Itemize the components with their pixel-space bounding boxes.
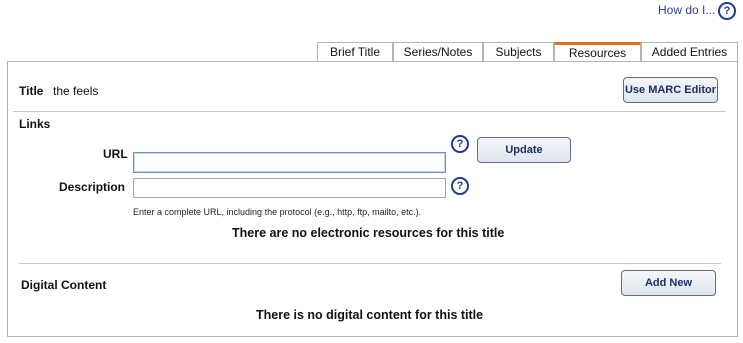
description-label: Description <box>59 180 126 194</box>
title-divider <box>13 111 726 112</box>
use-marc-editor-button[interactable]: Use MARC Editor <box>623 77 718 103</box>
url-hint: Enter a complete URL, including the prot… <box>133 207 422 217</box>
url-help-icon[interactable]: ? <box>451 135 469 153</box>
tab-brief-title[interactable]: Brief Title <box>317 42 393 61</box>
description-help-icon[interactable]: ? <box>451 177 469 195</box>
tab-series-notes[interactable]: Series/Notes <box>393 42 483 61</box>
how-do-i-link[interactable]: How do I... <box>658 3 715 17</box>
url-input[interactable] <box>133 152 446 173</box>
tab-resources[interactable]: Resources <box>554 42 641 61</box>
add-new-button[interactable]: Add New <box>621 270 716 296</box>
url-label: URL <box>103 147 128 161</box>
title-value: the feels <box>53 84 99 98</box>
no-electronic-resources-message: There are no electronic resources for th… <box>232 226 505 240</box>
tab-added-entries[interactable]: Added Entries <box>641 42 738 61</box>
links-heading: Links <box>19 117 51 131</box>
update-button[interactable]: Update <box>477 137 571 163</box>
title-label: Title <box>19 84 44 98</box>
links-divider <box>19 263 721 264</box>
digital-content-heading: Digital Content <box>21 278 107 292</box>
tab-subjects[interactable]: Subjects <box>483 42 554 61</box>
no-digital-content-message: There is no digital content for this tit… <box>256 308 484 322</box>
description-input[interactable] <box>133 178 446 198</box>
help-question-icon[interactable]: ? <box>718 2 736 20</box>
